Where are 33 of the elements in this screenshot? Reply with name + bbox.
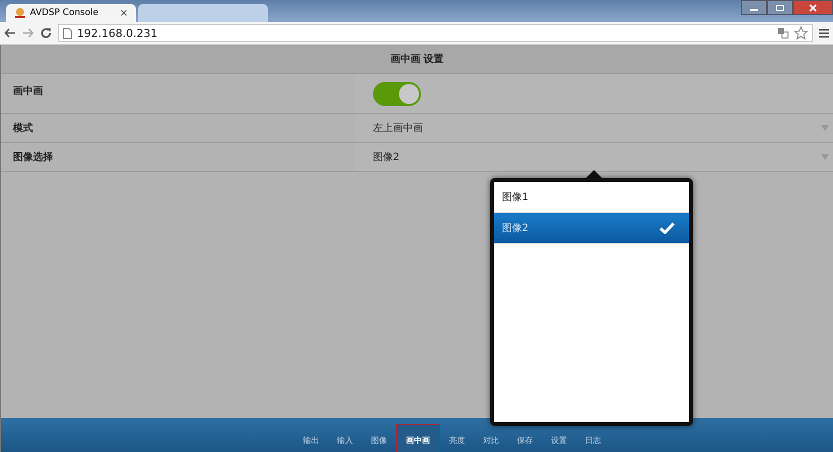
toggle-switch[interactable]	[373, 82, 421, 106]
logo-icon	[14, 7, 26, 19]
star-icon[interactable]	[794, 26, 808, 40]
nav-tab[interactable]: 对比	[474, 424, 508, 452]
option-item[interactable]: 图像2	[494, 213, 689, 244]
nav-tab[interactable]: 图像	[362, 424, 396, 452]
nav-tab[interactable]: 输入	[328, 424, 362, 452]
setting-label: 模式	[12, 122, 34, 135]
address-field[interactable]: 192.168.0.231	[58, 24, 813, 42]
back-icon[interactable]	[4, 27, 16, 39]
nav-tab[interactable]: 亮度	[440, 424, 474, 452]
caret-icon	[821, 125, 829, 131]
translate-icon[interactable]	[777, 27, 789, 39]
check-icon	[659, 222, 675, 234]
close-icon[interactable]: ×	[120, 8, 128, 18]
maximize-icon[interactable]	[767, 0, 793, 15]
nav-tab[interactable]: 画中画	[396, 424, 440, 452]
minimize-icon[interactable]	[741, 0, 767, 15]
setting-label: 图像选择	[12, 150, 54, 164]
page-title: 画中画 设置	[1, 45, 833, 74]
select-field[interactable]: 左上画中画	[373, 121, 821, 135]
browser-tab[interactable]: AVDSP Console ×	[6, 4, 136, 22]
setting-label: 画中画	[12, 84, 44, 99]
nav-tab[interactable]: 输出	[294, 424, 328, 452]
nav-tab[interactable]: 保存	[508, 424, 542, 452]
nav-tab[interactable]: 设置	[542, 424, 576, 452]
select-field[interactable]: 图像2	[373, 150, 821, 164]
reload-icon[interactable]	[40, 27, 52, 39]
menu-icon[interactable]	[819, 27, 829, 39]
caret-icon	[821, 154, 829, 160]
page-icon	[63, 28, 72, 38]
nav-tab[interactable]: 日志	[576, 424, 610, 452]
close-icon[interactable]	[793, 0, 833, 15]
